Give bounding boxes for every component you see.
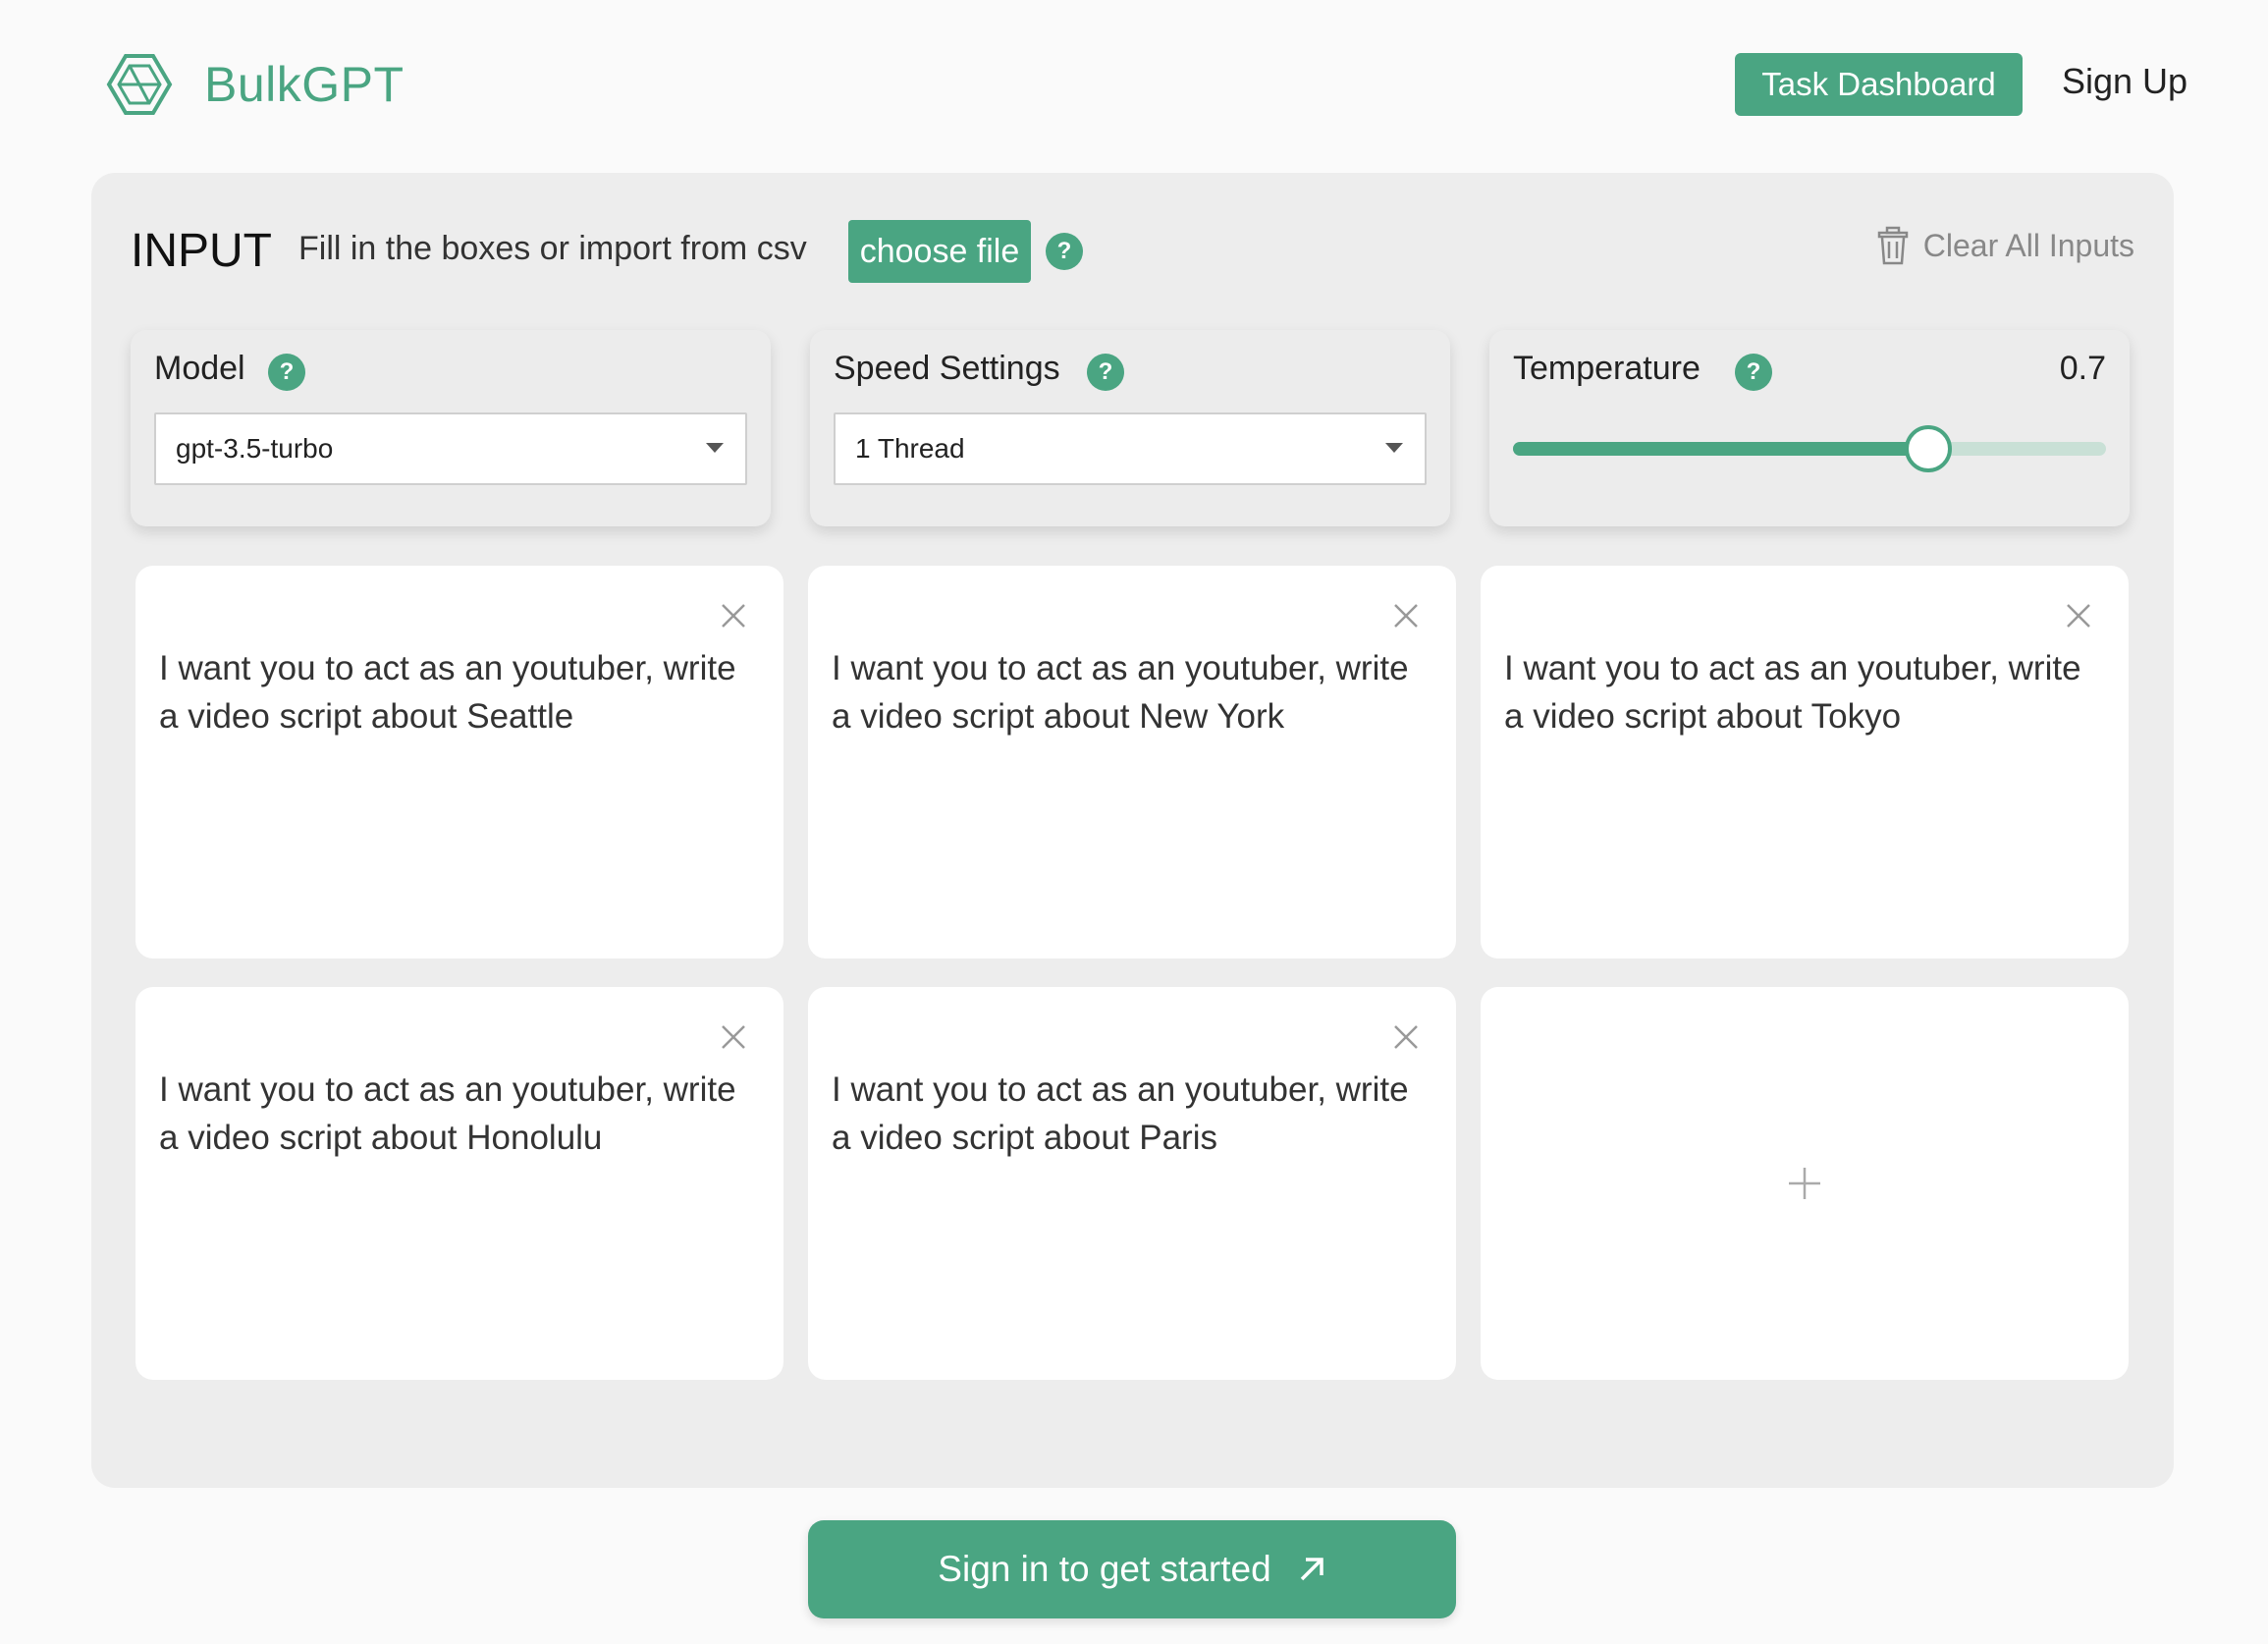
temperature-slider[interactable]	[1513, 425, 2106, 472]
sign-up-link[interactable]: Sign Up	[2062, 61, 2187, 102]
prompt-textarea[interactable]: I want you to act as an youtuber, write …	[832, 1066, 1421, 1162]
prompt-textarea[interactable]: I want you to act as an youtuber, write …	[832, 644, 1421, 740]
speed-select-value: 1 Thread	[855, 433, 965, 464]
speed-help-icon[interactable]: ?	[1087, 354, 1124, 391]
temperature-setting-card: Temperature ? 0.7	[1489, 330, 2130, 526]
arrow-up-right-icon	[1300, 1558, 1323, 1581]
csv-help-icon[interactable]: ?	[1046, 233, 1083, 270]
speed-label: Speed Settings	[834, 350, 1060, 387]
top-header: BulkGPT Task Dashboard Sign Up	[0, 0, 2268, 167]
trash-icon	[1877, 226, 1909, 265]
close-icon[interactable]	[721, 1024, 746, 1050]
speed-setting-card: Speed Settings ? 1 Thread	[810, 330, 1450, 526]
chevron-down-icon	[1385, 443, 1403, 453]
prompt-card: I want you to act as an youtuber, write …	[1481, 566, 2129, 959]
prompt-card: I want you to act as an youtuber, write …	[135, 566, 783, 959]
model-select-value: gpt-3.5-turbo	[176, 433, 334, 464]
chevron-down-icon	[706, 443, 724, 453]
brand[interactable]: BulkGPT	[106, 53, 405, 116]
temperature-label: Temperature	[1513, 350, 1701, 387]
temperature-help-icon[interactable]: ?	[1735, 354, 1772, 391]
input-subtitle: Fill in the boxes or import from csv	[298, 230, 807, 267]
temperature-slider-fill	[1513, 442, 1928, 456]
model-select[interactable]: gpt-3.5-turbo	[154, 412, 747, 485]
model-setting-card: Model ? gpt-3.5-turbo	[131, 330, 771, 526]
speed-select[interactable]: 1 Thread	[834, 412, 1427, 485]
prompt-card: I want you to act as an youtuber, write …	[135, 987, 783, 1380]
close-icon[interactable]	[1393, 603, 1419, 629]
prompt-textarea[interactable]: I want you to act as an youtuber, write …	[159, 1066, 748, 1162]
add-prompt-card[interactable]	[1481, 987, 2129, 1380]
temperature-slider-thumb[interactable]	[1904, 425, 1952, 472]
close-icon[interactable]	[2066, 603, 2091, 629]
model-label: Model	[154, 350, 245, 387]
cta-label: Sign in to get started	[938, 1549, 1271, 1589]
input-title: INPUT	[131, 225, 272, 277]
clear-all-label: Clear All Inputs	[1922, 227, 2134, 263]
prompt-textarea[interactable]: I want you to act as an youtuber, write …	[159, 644, 748, 740]
plus-icon[interactable]	[1785, 1164, 1824, 1203]
close-icon[interactable]	[1393, 1024, 1419, 1050]
model-help-icon[interactable]: ?	[268, 354, 305, 391]
prompt-card: I want you to act as an youtuber, write …	[808, 566, 1456, 959]
input-panel: INPUT Fill in the boxes or import from c…	[91, 173, 2174, 1488]
task-dashboard-button[interactable]: Task Dashboard	[1735, 53, 2023, 116]
close-icon[interactable]	[721, 603, 746, 629]
prompt-textarea[interactable]: I want you to act as an youtuber, write …	[1504, 644, 2093, 740]
prompt-card: I want you to act as an youtuber, write …	[808, 987, 1456, 1380]
hexagon-logo-icon	[106, 54, 173, 115]
brand-name: BulkGPT	[204, 57, 405, 112]
temperature-value: 0.7	[2059, 350, 2106, 387]
sign-in-cta-button[interactable]: Sign in to get started	[808, 1520, 1456, 1618]
choose-file-button[interactable]: choose file	[848, 220, 1031, 283]
clear-all-inputs-button[interactable]: Clear All Inputs	[1876, 226, 2134, 265]
